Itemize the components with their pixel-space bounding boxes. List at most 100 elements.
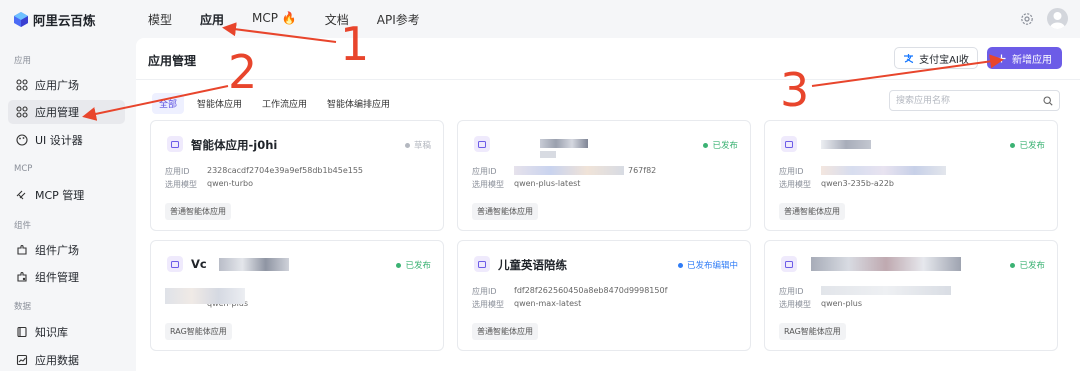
plus-icon	[997, 54, 1006, 62]
main-nav: 模型 应用 MCP 🔥 文档 API参考	[148, 11, 448, 28]
status-dot	[1010, 262, 1016, 268]
app-card[interactable]: 已发布 应用ID 选用模型 qwen-plus RAG智能体应用	[764, 240, 1058, 351]
search-box[interactable]	[889, 90, 1060, 111]
nav-mcp[interactable]: MCP 🔥	[252, 11, 297, 28]
app-icon	[781, 256, 797, 272]
app-id-row: 应用ID	[779, 166, 821, 177]
sidebar-item-label: 应用数据	[35, 354, 79, 367]
sidebar-item-app-plaza[interactable]: 应用广场	[8, 73, 125, 97]
app-card[interactable]: Vc 已发布 qwen-plus RAG智能体应用	[150, 240, 444, 351]
model-value: qwen-turbo	[207, 179, 253, 188]
status-dot	[677, 262, 683, 268]
sidebar-item-mcp-management[interactable]: MCP 管理	[8, 183, 125, 207]
app-id-row: 应用ID fdf28f262560450a8eb8470d9998150f	[472, 286, 667, 297]
sidebar-section-data: 数据	[14, 302, 32, 312]
sidebar-item-component-management[interactable]: 组件管理	[8, 265, 125, 289]
model-label: 选用模型	[165, 180, 197, 189]
app-id-value: fdf28f262560450a8eb8470d9998150f	[514, 286, 668, 295]
app-card-title: 儿童英语陪练	[498, 258, 567, 272]
app-id-value: 767f82	[628, 166, 657, 175]
redacted-app-id	[514, 166, 624, 175]
status-text: 已发布编辑中	[686, 261, 738, 271]
app-card[interactable]: 智能体应用-j0hi 草稿 应用ID 2328cacdf2704e39a9ef58…	[150, 120, 444, 231]
status-badge: 已发布编辑中	[677, 259, 738, 271]
app-icon	[167, 256, 183, 272]
sidebar-item-component-plaza[interactable]: 组件广场	[8, 238, 125, 262]
sidebar-section-mcp: MCP	[14, 164, 33, 174]
sidebar-item-label: 应用广场	[35, 79, 79, 92]
sidebar-item-ui-designer[interactable]: UI 设计器	[8, 128, 125, 152]
user-avatar[interactable]	[1047, 8, 1068, 29]
redacted-app-id	[821, 166, 946, 175]
tab-workflow-apps[interactable]: 工作流应用	[255, 93, 314, 114]
sidebar: 应用 应用广场 应用管理 UI 设计器 MCP MCP 管理 组件 组件广场 组…	[0, 38, 134, 371]
grid-icon	[16, 79, 28, 91]
model-row: 选用模型 qwen-turbo	[165, 179, 253, 190]
model-value: qwen3-235b-a22b	[821, 179, 894, 188]
bailian-logo-icon	[14, 12, 28, 27]
alipay-ai-button-label: 支付宝AI收	[919, 54, 969, 66]
app-icon	[781, 136, 797, 152]
status-dot	[1010, 142, 1016, 148]
app-icon	[167, 136, 183, 152]
redacted-app-id	[821, 286, 951, 295]
sidebar-item-label: UI 设计器	[35, 134, 83, 147]
model-label: 选用模型	[779, 180, 811, 189]
status-text: 已发布	[1019, 261, 1045, 271]
app-card[interactable]: 已发布 应用ID 767f82 选用模型 qwen-plus-latest 普通智能…	[457, 120, 751, 231]
sidebar-item-label: 知识库	[35, 326, 68, 339]
status-badge: 已发布	[703, 139, 738, 151]
model-label: 选用模型	[472, 180, 504, 189]
tab-all[interactable]: 全部	[152, 93, 185, 114]
alipay-icon	[904, 53, 914, 63]
nav-docs[interactable]: 文档	[325, 11, 349, 28]
nav-apps[interactable]: 应用	[200, 11, 224, 28]
redacted-details	[165, 288, 245, 304]
status-badge: 已发布	[1010, 139, 1045, 151]
model-value: qwen-plus-latest	[514, 179, 581, 188]
tab-agent-apps[interactable]: 智能体应用	[190, 93, 249, 114]
alipay-ai-button[interactable]: 支付宝AI收	[894, 47, 978, 69]
sidebar-item-app-management[interactable]: 应用管理	[8, 100, 125, 124]
app-type-tag: 普通智能体应用	[472, 203, 538, 220]
sidebar-item-knowledge-base[interactable]: 知识库	[8, 320, 125, 344]
sidebar-item-label: MCP 管理	[35, 189, 85, 202]
app-card-title: 智能体应用-j0hi	[191, 138, 278, 152]
app-icon	[474, 256, 490, 272]
nav-models[interactable]: 模型	[148, 11, 172, 28]
sidebar-item-label: 组件管理	[35, 271, 79, 284]
app-icon	[474, 136, 490, 152]
model-row: 选用模型 qwen-max-latest	[472, 299, 581, 310]
grid-icon	[16, 106, 28, 118]
new-app-button[interactable]: 新增应用	[987, 47, 1062, 69]
app-type-tag: RAG智能体应用	[779, 323, 846, 340]
status-text: 已发布	[405, 261, 431, 271]
book-icon	[17, 326, 27, 338]
sidebar-item-app-data[interactable]: 应用数据	[8, 348, 125, 371]
brand-name: 阿里云百炼	[33, 13, 96, 28]
search-input[interactable]	[896, 91, 1036, 110]
app-card[interactable]: 已发布 应用ID 选用模型 qwen3-235b-a22b 普通智能体应用	[764, 120, 1058, 231]
settings-icon[interactable]	[1020, 12, 1034, 26]
model-row: 选用模型 qwen-plus	[779, 299, 862, 310]
brand-logo[interactable]: 阿里云百炼	[14, 10, 96, 29]
user-icon	[1050, 12, 1065, 29]
search-icon[interactable]	[1043, 96, 1053, 106]
status-badge: 草稿	[404, 139, 431, 151]
app-card-title: Vc	[191, 257, 207, 271]
app-type-tag: 普通智能体应用	[165, 203, 231, 220]
app-type-tag: RAG智能体应用	[165, 323, 232, 340]
app-type-tabs: 全部 智能体应用 工作流应用 智能体编排应用	[152, 93, 397, 114]
model-value: qwen-plus	[821, 299, 863, 308]
nav-api-reference[interactable]: API参考	[377, 11, 420, 28]
tab-orchestration-apps[interactable]: 智能体编排应用	[320, 93, 397, 114]
app-id-label: 应用ID	[779, 167, 804, 176]
status-dot	[404, 142, 410, 148]
model-value: qwen-max-latest	[514, 299, 582, 308]
model-label: 选用模型	[472, 300, 504, 309]
model-label: 选用模型	[779, 300, 811, 309]
palette-icon	[16, 134, 28, 146]
sidebar-item-label: 组件广场	[35, 244, 79, 257]
sidebar-item-label: 应用管理	[35, 106, 79, 119]
app-card[interactable]: 儿童英语陪练 已发布编辑中 应用ID fdf28f262560450a8eb847…	[457, 240, 751, 351]
